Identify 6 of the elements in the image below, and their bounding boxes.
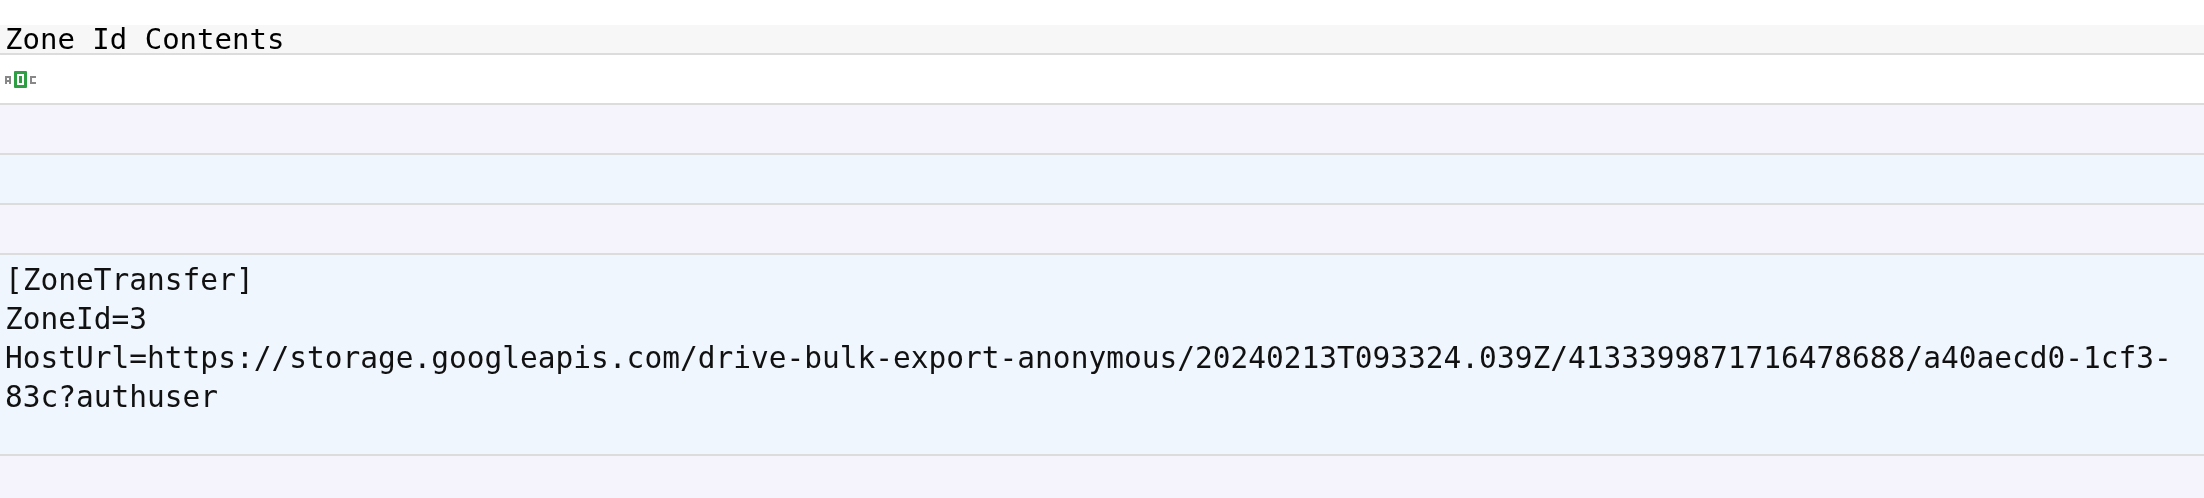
text-line: ZoneId=3 bbox=[5, 301, 148, 338]
abc-icon bbox=[5, 70, 37, 88]
text-line: HostUrl=https://storage.googleapis.com/drive-bulk-export-anonymous/20240213T093324.039Z/4133399871716478688/a40aecd0-1cf3- bbox=[5, 340, 2172, 377]
text-line: 83c?authuser bbox=[5, 379, 219, 416]
text-line: [ZoneTransfer] bbox=[5, 262, 254, 299]
column-header: Zone Id Contents bbox=[5, 24, 285, 54]
